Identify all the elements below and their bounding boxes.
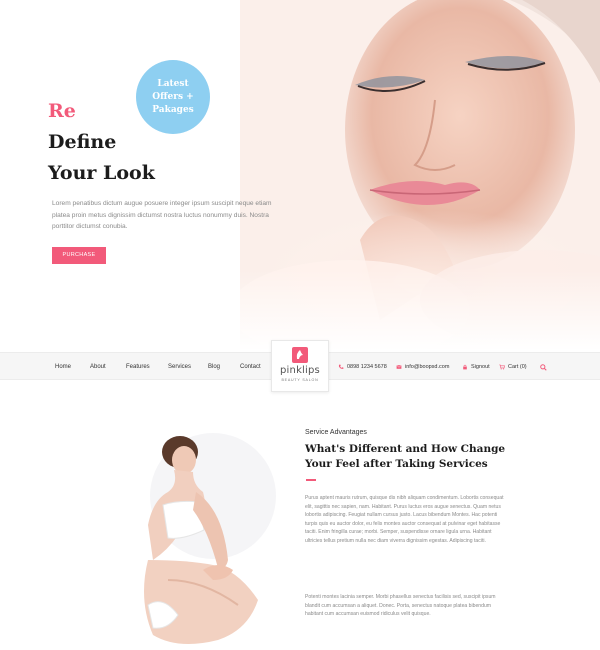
- phone-text: 0898 1234 5678: [347, 364, 387, 370]
- hero-section: Latest Offers + Pakages Re Define Your L…: [0, 0, 600, 352]
- nav-about[interactable]: About: [90, 353, 106, 381]
- logo-name: pinklips: [280, 365, 320, 376]
- email-text: info@boopsd.com: [405, 364, 450, 370]
- nav-contact[interactable]: Contact: [240, 353, 261, 381]
- hero-title-line-3: Your Look: [48, 162, 155, 184]
- phone-icon: [338, 364, 344, 369]
- hero-title: Re Define Your Look: [48, 96, 155, 189]
- services-paragraph-1: Purus aptent mauris rutrum, quisque dis …: [305, 495, 504, 544]
- signout-text: Signout: [471, 364, 490, 370]
- nav-home[interactable]: Home: [55, 353, 71, 381]
- mail-icon: [396, 365, 402, 369]
- search-button[interactable]: [540, 353, 547, 381]
- section-eyebrow: Service Advantages: [305, 429, 367, 436]
- section-title: What's Different and How Change Your Fee…: [305, 443, 506, 470]
- purchase-button[interactable]: PURCHASE: [52, 247, 106, 264]
- nav-features[interactable]: Features: [126, 353, 150, 381]
- badge-line-1: Latest: [157, 78, 189, 89]
- nav-blog[interactable]: Blog: [208, 353, 220, 381]
- cart-text: Cart (0): [508, 364, 527, 370]
- lips-logo-icon: [292, 347, 308, 363]
- hero-title-accent: Re: [48, 100, 76, 122]
- lock-icon: [463, 364, 467, 370]
- badge-line-2: Offers +: [152, 91, 194, 102]
- services-paragraph-2: Potenti montes lacinia semper. Morbi pha…: [305, 594, 496, 617]
- signout-link[interactable]: Signout: [462, 353, 490, 381]
- email-link[interactable]: info@boopsd.com: [396, 353, 449, 381]
- logo-tagline: BEAUTY SALON: [281, 378, 319, 382]
- phone-link[interactable]: 0898 1234 5678: [338, 353, 387, 381]
- service-model-image: [144, 436, 258, 644]
- hero-description: Lorem penatibus dictum augue posuere int…: [52, 200, 272, 230]
- hero-title-line-2: Define: [48, 131, 117, 153]
- badge-line-3: Pakages: [152, 104, 194, 115]
- search-icon: [540, 363, 547, 371]
- cart-icon: [499, 364, 505, 370]
- cart-link[interactable]: Cart (0): [499, 353, 527, 381]
- nav-services[interactable]: Services: [168, 353, 191, 381]
- title-underline: [306, 479, 316, 481]
- site-logo[interactable]: pinklips BEAUTY SALON: [271, 340, 329, 392]
